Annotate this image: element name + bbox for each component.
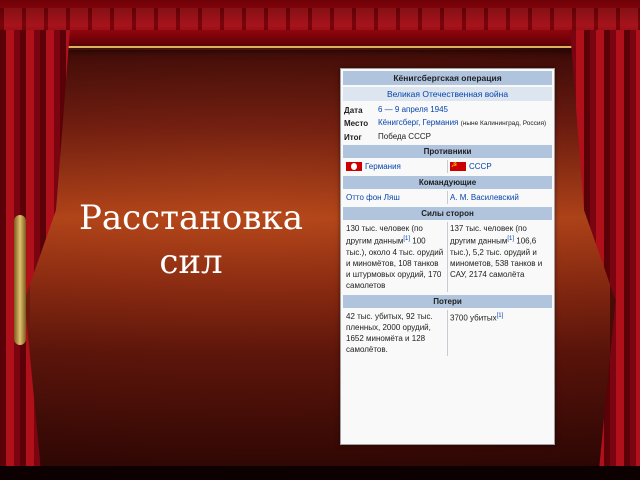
result-value: Победа СССР [378,132,431,141]
ussr-flag-icon [450,160,466,172]
germany-flag-icon [346,162,362,172]
date-value[interactable]: 6 — 9 апреля 1945 [378,104,551,115]
commander-right[interactable]: А. М. Василевский [448,191,551,204]
losses-right: 3700 убитых [450,313,497,323]
place-row: Место Кёнигсберг, Германия (ныне Калинин… [344,117,551,129]
curtain-valance [0,0,640,48]
infobox-subtitle-link[interactable]: Великая Отечественная война [343,87,552,101]
side-left[interactable]: Германия [365,162,401,171]
forces-right-ref[interactable]: [1] [507,236,514,242]
place-label: Место [344,119,369,128]
slide-title: Расстановка сил [78,198,304,282]
commander-left[interactable]: Отто фон Ляш [344,191,448,204]
commanders-header: Командующие [343,176,552,189]
forces-left-cell: 130 тыс. человек (по другим данным[1] 10… [344,222,448,292]
sides-header: Противники [343,145,552,158]
curtain-tassel [14,215,26,345]
losses-left: 42 тыс. убитых, 92 тыс. пленных, 2000 ор… [344,309,448,356]
forces-row: 130 тыс. человек (по другим данным[1] 10… [344,222,551,292]
forces-right-cell: 137 тыс. человек (по другим данным[1] 10… [448,222,551,292]
forces-header: Силы сторон [343,207,552,220]
result-label: Итог [344,133,362,142]
losses-right-ref[interactable]: [1] [497,313,504,319]
date-label: Дата [344,106,363,115]
date-row: Дата 6 — 9 апреля 1945 [344,104,551,115]
losses-row: 42 тыс. убитых, 92 тыс. пленных, 2000 ор… [344,309,551,356]
place-note: (ныне Калининград, Россия) [460,120,547,127]
result-row: Итог Победа СССР [344,131,551,142]
place-value[interactable]: Кёнигсберг, Германия [378,118,458,127]
side-right[interactable]: СССР [469,162,492,171]
losses-right-cell: 3700 убитых[1] [448,310,551,356]
forces-left-ref[interactable]: [1] [403,236,410,242]
commanders-row: Отто фон Ляш А. М. Василевский [344,191,551,204]
stage-floor [0,466,640,480]
losses-header: Потери [343,294,552,308]
sides-row: Германия СССР [344,160,551,173]
infobox-title: Кёнигсбергская операция [343,71,552,85]
battle-infobox: Кёнигсбергская операция Великая Отечеств… [340,68,555,445]
